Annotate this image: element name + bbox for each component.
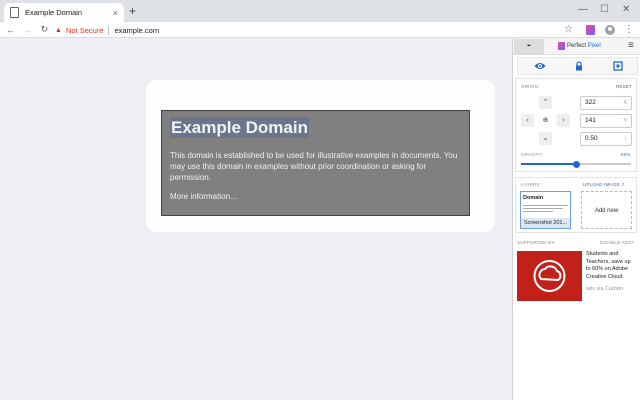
panel-header: - Perfect Pixel ≡ — [513, 38, 640, 55]
panel-title: Perfect Pixel — [567, 42, 601, 51]
y-position-field[interactable]: 141 Y — [580, 114, 632, 128]
origin-label: ORIGIN: — [521, 84, 540, 89]
warning-icon[interactable]: ▲ — [55, 27, 62, 34]
page-icon — [10, 7, 19, 18]
y-position-value: 141 — [585, 117, 596, 124]
perfect-pixel-extension-icon[interactable] — [586, 25, 595, 35]
ads-via-carbon[interactable]: ads via Carbon — [586, 286, 623, 292]
upload-image-label: UPLOAD IMAGE — [583, 182, 620, 187]
address-bar[interactable]: ▲ Not Secure example.com — [55, 24, 575, 36]
scale-field[interactable]: 0.50 ↕ — [580, 132, 632, 146]
opacity-value: 50% — [621, 152, 631, 157]
x-unit-label: X — [623, 100, 627, 106]
fit-to-screen-icon[interactable] — [613, 61, 623, 71]
move-up-button[interactable]: ⌃ — [539, 96, 552, 109]
upload-image-button[interactable]: UPLOAD IMAGE ⇧ — [583, 182, 625, 188]
page-title: Example Domain — [170, 117, 309, 138]
opacity-slider-handle[interactable] — [572, 160, 580, 168]
move-down-button[interactable]: ⌄ — [539, 132, 552, 145]
panel-menu-icon[interactable]: ≡ — [628, 40, 634, 52]
overlay-tools-row — [517, 57, 638, 75]
layer-thumbnail-title: Domain — [523, 195, 544, 201]
thumbnail-text-line — [523, 211, 553, 212]
scale-unit-icon: ↕ — [624, 136, 627, 142]
add-new-layer-button[interactable]: Add new — [581, 191, 632, 229]
not-secure-label[interactable]: Not Secure — [66, 26, 104, 35]
lock-icon[interactable] — [574, 61, 584, 71]
perfect-pixel-logo-icon — [558, 42, 565, 50]
tab-example-domain[interactable]: Example Domain × — [4, 3, 124, 22]
x-position-field[interactable]: 322 X — [580, 96, 632, 110]
creative-cloud-logo-icon — [533, 260, 566, 292]
opacity-label: OPACITY: — [521, 152, 544, 157]
new-tab-button[interactable]: + — [129, 4, 136, 18]
y-unit-label: Y — [623, 118, 627, 124]
panel-title-suffix: Pixel — [587, 43, 601, 49]
reload-icon[interactable]: ↻ — [36, 24, 53, 35]
browser-menu-icon[interactable]: ⋮ — [624, 23, 634, 37]
disable-ads-link[interactable]: DISABLE ADS? — [600, 240, 634, 245]
eye-icon[interactable] — [534, 61, 546, 71]
tab-close-icon[interactable]: × — [113, 8, 118, 18]
panel-title-prefix: Perfect — [567, 43, 588, 49]
url-text[interactable]: example.com — [114, 26, 159, 35]
minimize-icon[interactable]: — — [578, 4, 588, 16]
close-window-icon[interactable]: ✕ — [622, 4, 630, 16]
layers-label: LAYERS: — [521, 182, 542, 187]
thumbnail-text-line — [523, 208, 563, 209]
opacity-slider-fill — [521, 163, 576, 165]
layer-thumbnail[interactable]: Domain Screenshot 201... — [520, 191, 571, 229]
back-icon[interactable]: ← — [2, 25, 19, 35]
opacity-slider[interactable] — [521, 160, 631, 168]
forward-icon[interactable]: → — [19, 25, 36, 35]
profile-avatar-icon[interactable] — [605, 25, 615, 35]
collapse-button[interactable]: - — [514, 39, 544, 54]
bookmark-star-icon[interactable]: ☆ — [564, 24, 573, 36]
scale-value: 0.50 — [585, 135, 598, 142]
page-paragraph: This domain is established to be used fo… — [170, 151, 458, 182]
omnibox-divider — [108, 25, 110, 35]
browser-toolbar: ← → ↻ ▲ Not Secure example.com ☆ ⋮ — [0, 22, 640, 38]
maximize-icon[interactable]: ☐ — [600, 4, 609, 16]
reset-button[interactable]: RESET — [616, 84, 632, 89]
center-icon[interactable]: ⊕ — [539, 114, 552, 127]
upload-icon: ⇧ — [621, 182, 626, 187]
x-position-value: 322 — [585, 99, 596, 106]
ad-text[interactable]: Students and Teachers, save up to 60% on… — [586, 251, 636, 281]
tab-strip: Example Domain × + — ☐ ✕ — [0, 0, 640, 22]
move-right-button[interactable]: › — [557, 114, 570, 127]
layer-name: Screenshot 201... — [521, 218, 570, 228]
tab-title: Example Domain — [25, 8, 83, 17]
thumbnail-text-line — [523, 205, 568, 206]
move-left-button[interactable]: ‹ — [521, 114, 534, 127]
more-information-link[interactable]: More information... — [170, 192, 237, 202]
ad-image[interactable] — [517, 251, 582, 301]
supported-by-label: SUPPORTED BY: — [517, 240, 556, 245]
